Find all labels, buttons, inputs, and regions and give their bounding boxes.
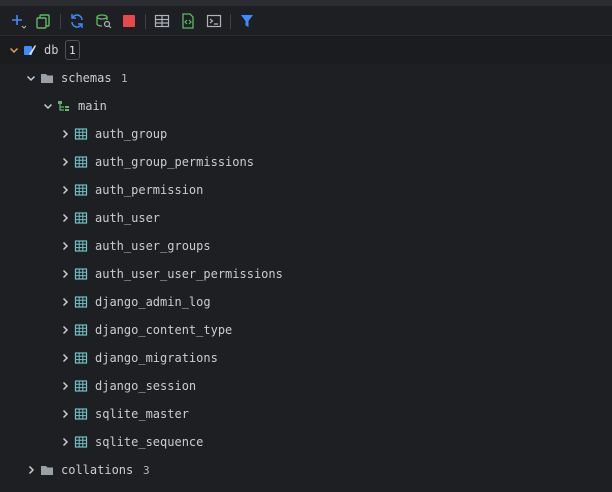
table-label: auth_user_user_permissions [95, 267, 283, 281]
chevron-right-icon[interactable] [59, 324, 71, 336]
toolbar-separator [230, 14, 231, 29]
table-label: auth_user_groups [95, 239, 211, 253]
db-badge: 1 [65, 40, 80, 60]
tree-node-table[interactable]: django_session [0, 372, 612, 400]
tree-node-table[interactable]: auth_user [0, 204, 612, 232]
chevron-down-icon[interactable] [25, 72, 37, 84]
table-label: sqlite_master [95, 407, 189, 421]
table-label: auth_group [95, 127, 168, 141]
chevron-right-icon[interactable] [59, 268, 71, 280]
main-label: main [78, 99, 107, 113]
database-tree: db 1 schemas 1 main auth_group auth_group… [0, 36, 612, 492]
table-icon [74, 267, 88, 281]
table-icon [74, 211, 88, 225]
tree-node-table[interactable]: auth_group [0, 120, 612, 148]
tree-node-table[interactable]: auth_group_permissions [0, 148, 612, 176]
table-label: auth_permission [95, 183, 204, 197]
tree-node-table[interactable]: auth_user_user_permissions [0, 260, 612, 288]
table-icon [74, 239, 88, 253]
collations-label: collations [61, 463, 134, 477]
refresh-icon[interactable] [68, 12, 86, 30]
table-icon [74, 407, 88, 421]
filter-icon[interactable] [238, 12, 256, 30]
chevron-right-icon[interactable] [59, 352, 71, 364]
chevron-right-icon[interactable] [59, 128, 71, 140]
chevron-right-icon[interactable] [59, 184, 71, 196]
toolbar-separator [60, 14, 61, 29]
tree-node-table[interactable]: auth_permission [0, 176, 612, 204]
table-label: auth_group_permissions [95, 155, 254, 169]
table-icon [74, 183, 88, 197]
collations-count: 3 [143, 463, 150, 477]
table-label: sqlite_sequence [95, 435, 204, 449]
add-icon[interactable] [9, 12, 27, 30]
table-icon [74, 295, 88, 309]
table-icon [74, 379, 88, 393]
tree-node-table[interactable]: django_migrations [0, 344, 612, 372]
folder-icon [40, 71, 54, 85]
schema-icon [57, 99, 71, 113]
chevron-right-icon[interactable] [59, 240, 71, 252]
console-icon[interactable] [205, 12, 223, 30]
table-icon [74, 323, 88, 337]
table-view-icon[interactable] [153, 12, 171, 30]
tree-node-table[interactable]: sqlite_sequence [0, 428, 612, 456]
table-label: auth_user [95, 211, 161, 225]
table-label: django_migrations [95, 351, 218, 365]
tree-node-table[interactable]: django_admin_log [0, 288, 612, 316]
tree-node-table[interactable]: django_content_type [0, 316, 612, 344]
chevron-right-icon[interactable] [59, 212, 71, 224]
folder-icon [40, 463, 54, 477]
chevron-right-icon[interactable] [59, 156, 71, 168]
schemas-count: 1 [121, 71, 128, 85]
stop-icon[interactable] [120, 12, 138, 30]
tree-node-main[interactable]: main [0, 92, 612, 120]
table-label: django_session [95, 379, 197, 393]
toolbar [0, 6, 612, 36]
tree-node-db[interactable]: db 1 [0, 36, 612, 64]
chevron-right-icon[interactable] [25, 464, 37, 476]
tree-node-schemas[interactable]: schemas 1 [0, 64, 612, 92]
toolbar-separator [145, 14, 146, 29]
table-label: django_content_type [95, 323, 233, 337]
chevron-right-icon[interactable] [59, 296, 71, 308]
chevron-right-icon[interactable] [59, 436, 71, 448]
db-label: db [44, 43, 59, 57]
table-icon [74, 351, 88, 365]
schemas-label: schemas [61, 71, 112, 85]
ddl-script-icon[interactable] [179, 12, 197, 30]
tree-node-table[interactable]: sqlite_master [0, 400, 612, 428]
chevron-down-icon[interactable] [8, 44, 20, 56]
sqlite-db-icon [23, 43, 37, 57]
table-icon [74, 435, 88, 449]
tree-node-collations[interactable]: collations 3 [0, 456, 612, 484]
table-label: django_admin_log [95, 295, 211, 309]
table-icon [74, 155, 88, 169]
chevron-right-icon[interactable] [59, 408, 71, 420]
copy-icon[interactable] [34, 12, 52, 30]
table-icon [74, 127, 88, 141]
chevron-right-icon[interactable] [59, 380, 71, 392]
schema-search-icon[interactable] [94, 12, 112, 30]
chevron-down-icon[interactable] [42, 100, 54, 112]
tree-node-table[interactable]: auth_user_groups [0, 232, 612, 260]
